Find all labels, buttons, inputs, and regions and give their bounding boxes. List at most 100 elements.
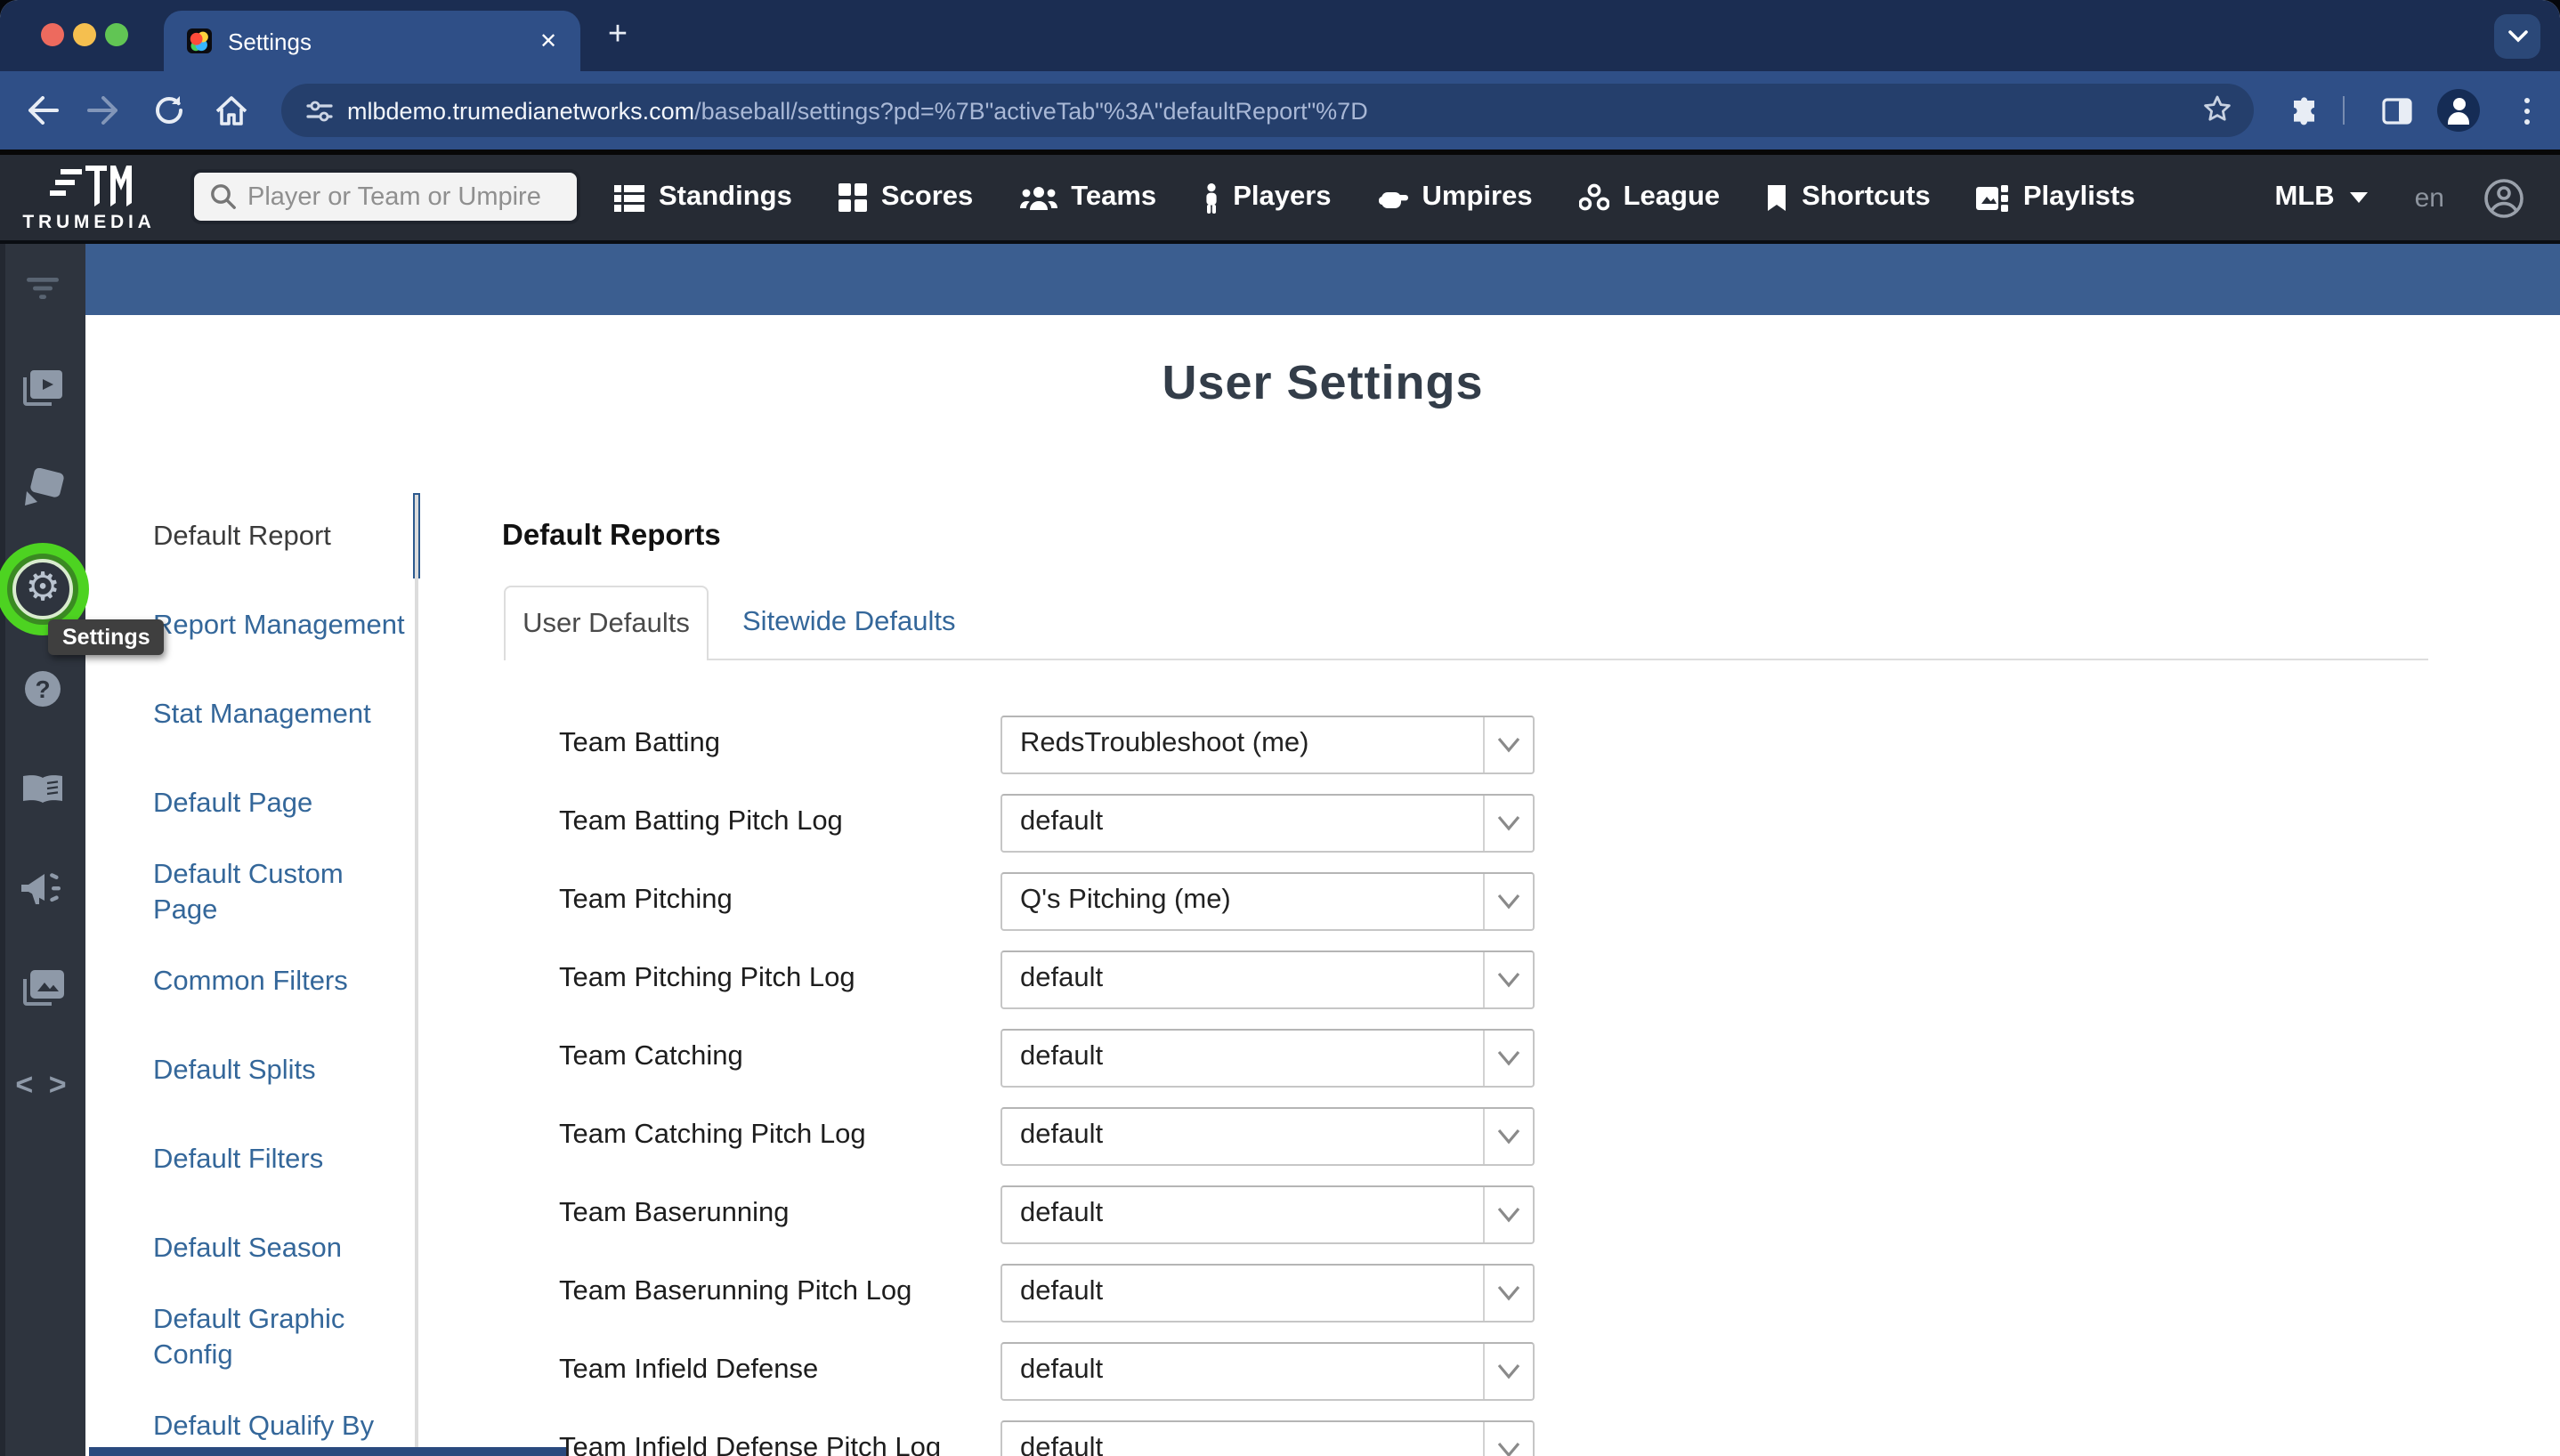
search-input[interactable] [247, 182, 550, 211]
side-panel-icon[interactable] [2378, 93, 2414, 128]
menu-item[interactable]: Default Page [153, 760, 409, 849]
bookmark-star-icon[interactable] [2202, 94, 2232, 133]
maximize-window-button[interactable] [105, 23, 128, 46]
browser-tab-strip: Settings ✕ + [0, 0, 2560, 71]
tab-title: Settings [228, 28, 534, 54]
section-heading: Default Reports [502, 520, 721, 554]
gear-icon[interactable]: ⚙ [12, 559, 73, 619]
menu-item[interactable]: Default Qualify By [153, 1383, 409, 1456]
nav-label: Scores [881, 182, 973, 214]
field-select-value: default [1020, 1041, 1483, 1073]
form-row: Team Catchingdefault [559, 1018, 1535, 1096]
nav-item-teams[interactable]: Teams [1019, 182, 1156, 214]
forward-icon[interactable] [85, 93, 121, 128]
trumedia-logo[interactable]: TRUMEDIA [7, 158, 171, 237]
tab-user-defaults[interactable]: User Defaults [504, 586, 709, 660]
bottom-scrollbar[interactable] [89, 1447, 566, 1456]
shortcuts-icon [1766, 183, 1787, 212]
menu-item[interactable]: Default Splits [153, 1027, 409, 1116]
field-select[interactable]: default [1001, 1185, 1535, 1243]
form-row: Team Baserunning Pitch Logdefault [559, 1253, 1535, 1331]
tab-sitewide-defaults[interactable]: Sitewide Defaults [742, 586, 956, 660]
menu-item[interactable]: Default Filters [153, 1116, 409, 1205]
field-select[interactable]: Q's Pitching (me) [1001, 871, 1535, 930]
menu-item[interactable]: Default Graphic Config [153, 1294, 409, 1383]
filter-icon[interactable] [0, 262, 85, 315]
chevron-down-icon [1483, 1265, 1533, 1320]
browser-menu-icon[interactable] [2515, 89, 2537, 132]
megaphone-icon[interactable] [0, 861, 85, 915]
extensions-icon[interactable] [2286, 93, 2321, 128]
settings-menu: Default Report Report Management Stat Mana… [153, 493, 409, 1456]
league-selector[interactable]: MLB [2274, 182, 2368, 214]
minimize-window-button[interactable] [73, 23, 96, 46]
trumedia-wordmark: TRUMEDIA [7, 212, 171, 233]
back-icon[interactable] [25, 93, 61, 128]
chevron-down-icon [1483, 1343, 1533, 1398]
nav-item-scores[interactable]: Scores [838, 182, 973, 214]
nav-item-players[interactable]: Players [1203, 182, 1331, 214]
cards-icon[interactable] [0, 461, 85, 514]
field-select[interactable]: default [1001, 1263, 1535, 1322]
field-label: Team Batting [559, 728, 1001, 760]
video-library-icon[interactable] [0, 361, 85, 415]
menu-item[interactable]: Report Management [153, 582, 409, 671]
nav-label: Players [1233, 182, 1331, 214]
search-box[interactable] [190, 169, 580, 224]
nav-item-shortcuts[interactable]: Shortcuts [1766, 182, 1931, 214]
menu-item-label: Default Report [153, 520, 331, 555]
field-select-value: default [1020, 963, 1483, 995]
field-select-value: default [1020, 1355, 1483, 1387]
nav-item-umpires[interactable]: Umpires [1378, 182, 1533, 214]
default-reports-form: Team BattingRedsTroubleshoot (me)Team Ba… [559, 705, 1535, 1456]
menu-item[interactable]: Default Custom Page [153, 849, 409, 938]
field-select[interactable]: default [1001, 1028, 1535, 1087]
home-icon[interactable] [214, 93, 249, 128]
field-select[interactable]: default [1001, 1420, 1535, 1456]
field-label: Team Infield Defense Pitch Log [559, 1433, 1001, 1456]
league-icon [1579, 183, 1609, 212]
field-label: Team Baserunning Pitch Log [559, 1276, 1001, 1308]
reload-icon[interactable] [151, 93, 187, 128]
field-select[interactable]: RedsTroubleshoot (me) [1001, 715, 1535, 773]
menu-item-label: Default Custom Page [153, 858, 409, 930]
page-header-band [85, 244, 2560, 315]
field-select[interactable]: default [1001, 793, 1535, 852]
form-row: Team BattingRedsTroubleshoot (me) [559, 705, 1535, 783]
images-icon[interactable] [0, 961, 85, 1015]
avatar-head [2452, 98, 2465, 110]
new-tab-button[interactable]: + [598, 16, 637, 55]
nav-item-standings[interactable]: Standings [614, 182, 792, 214]
tab-search-chevron-icon[interactable] [2494, 14, 2540, 59]
menu-divider [415, 495, 418, 1456]
menu-item-label: Default Qualify By [153, 1410, 374, 1445]
tab-underline [504, 659, 2428, 660]
form-row: Team Batting Pitch Logdefault [559, 783, 1535, 861]
book-icon[interactable] [0, 764, 85, 817]
menu-item-label: Report Management [153, 609, 405, 644]
tab-close-icon[interactable]: ✕ [534, 27, 563, 55]
form-row: Team Catching Pitch Logdefault [559, 1096, 1535, 1175]
url-bar[interactable]: mlbdemo.trumedianetworks.com/baseball/se… [281, 84, 2254, 137]
nav-item-league[interactable]: League [1579, 182, 1721, 214]
nav-label: Standings [659, 182, 792, 214]
form-row: Team Pitching Pitch Logdefault [559, 940, 1535, 1018]
field-select[interactable]: default [1001, 950, 1535, 1008]
browser-tab[interactable]: Settings ✕ [164, 11, 580, 71]
language-toggle[interactable]: en [2415, 182, 2444, 213]
field-select[interactable]: default [1001, 1341, 1535, 1400]
menu-item[interactable]: Common Filters [153, 938, 409, 1027]
account-icon[interactable] [2483, 177, 2524, 218]
site-settings-icon[interactable] [306, 97, 333, 124]
tab-label: Sitewide Defaults [742, 607, 956, 639]
nav-item-playlists[interactable]: Playlists [1977, 182, 2135, 214]
menu-item[interactable]: Default Report [153, 493, 409, 582]
menu-item[interactable]: Stat Management [153, 671, 409, 760]
code-icon[interactable]: < > [0, 1059, 85, 1112]
browser-profile-avatar[interactable] [2437, 89, 2480, 132]
field-select[interactable]: default [1001, 1106, 1535, 1165]
menu-item[interactable]: Default Season [153, 1205, 409, 1294]
close-window-button[interactable] [41, 23, 64, 46]
help-icon[interactable]: ? [0, 662, 85, 716]
umpires-icon [1378, 184, 1408, 211]
